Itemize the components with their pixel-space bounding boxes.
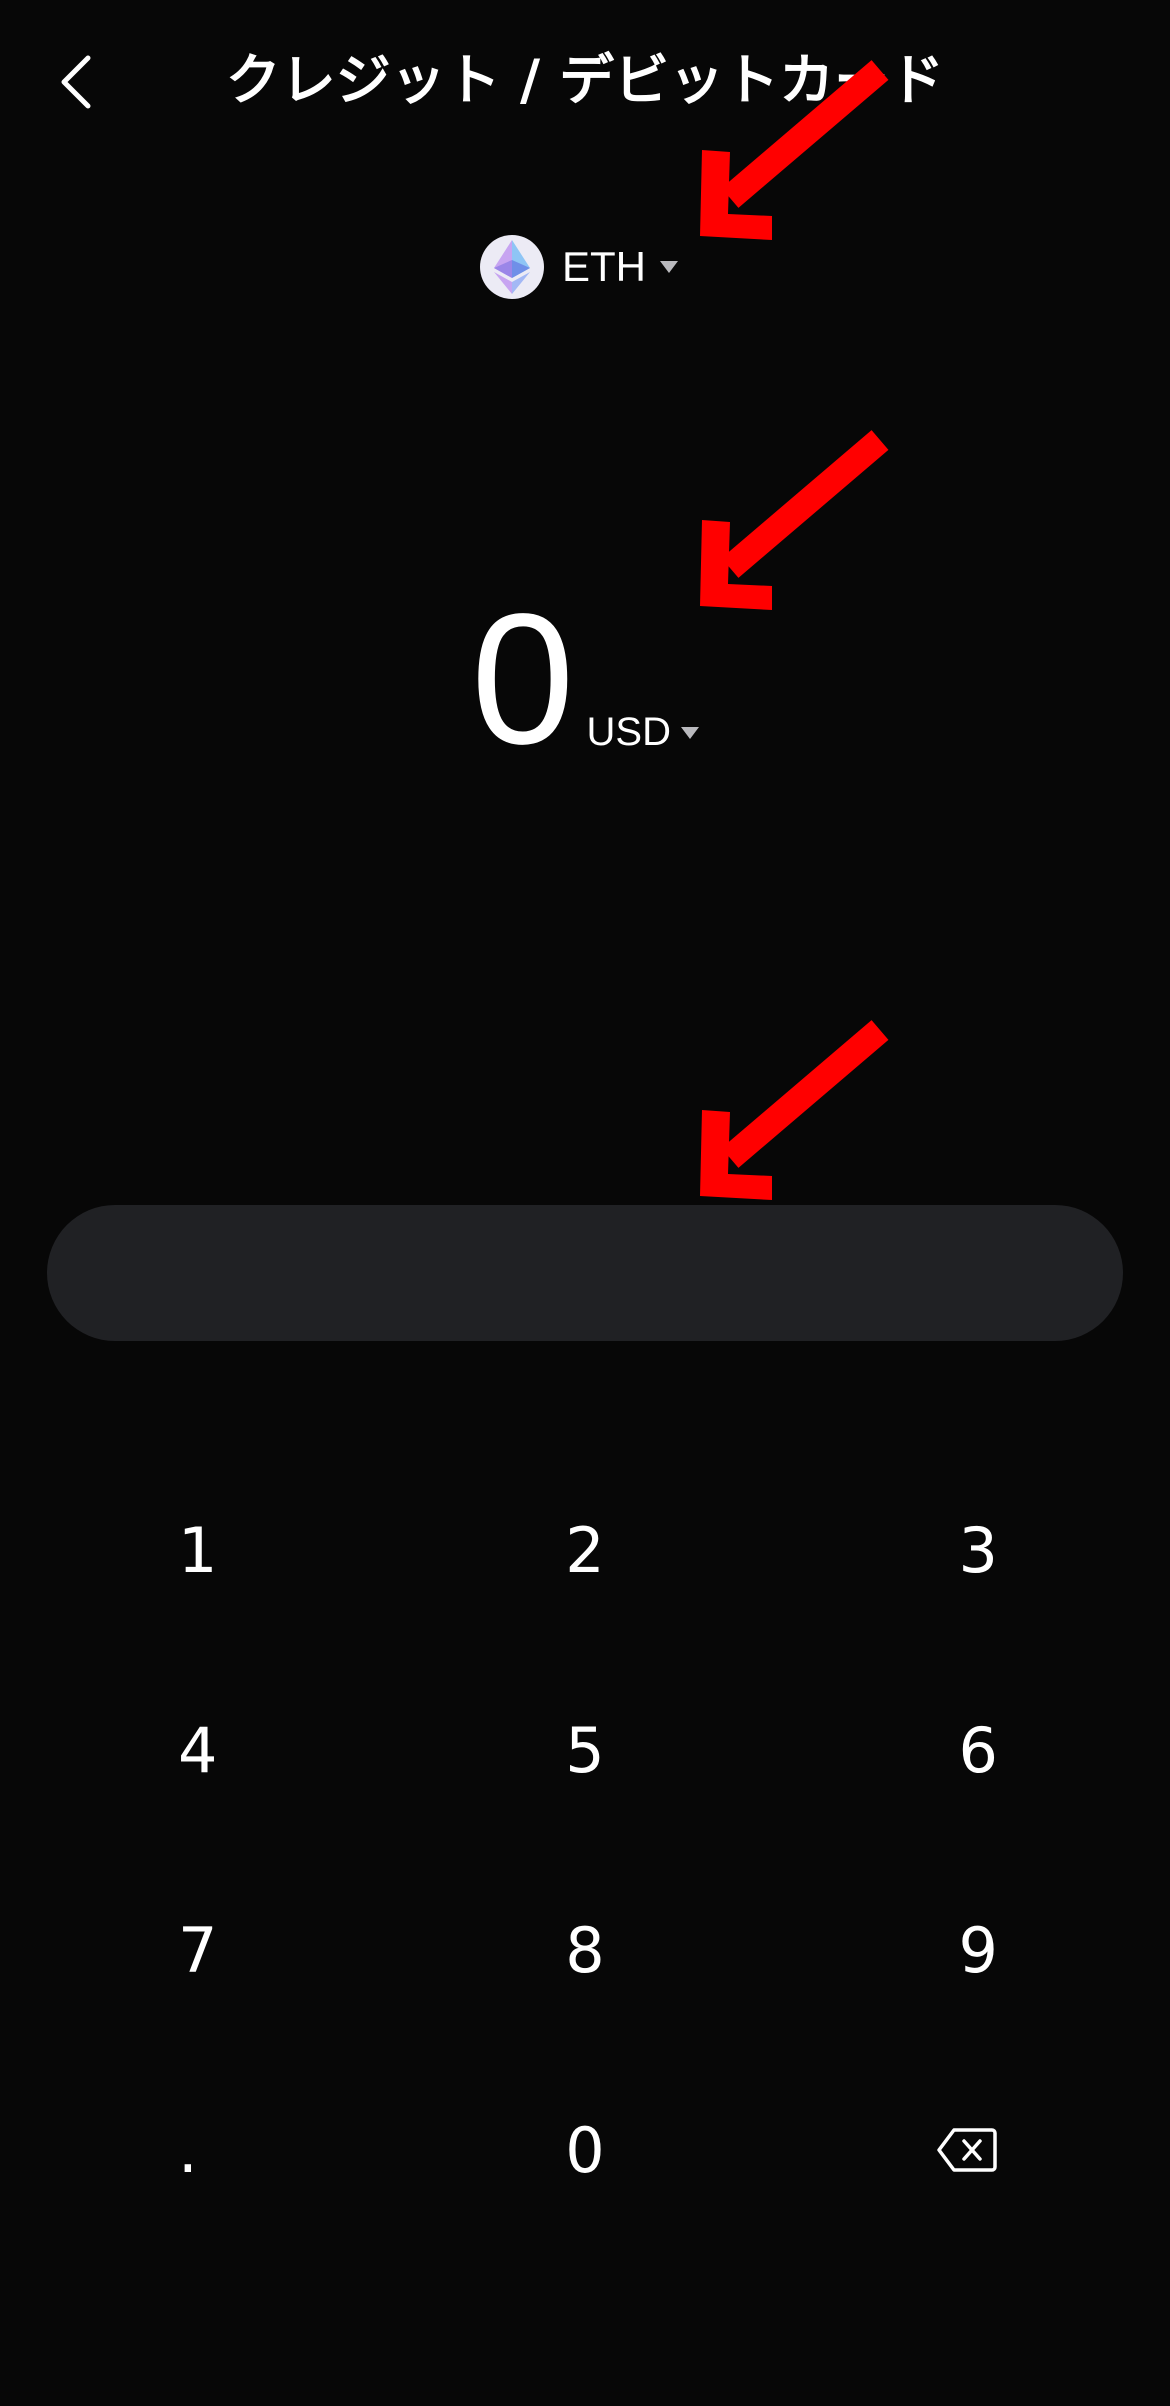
- screen: クレジット / デビットカード ETH 0 USD 1 2 3 4 5 6 7 …: [0, 0, 1170, 2406]
- amount-display: 0 USD: [0, 576, 1170, 783]
- key-3[interactable]: 3: [780, 1450, 1170, 1650]
- back-button[interactable]: [44, 44, 108, 120]
- currency-label: USD: [586, 710, 671, 754]
- annotation-arrow-icon: [700, 430, 889, 610]
- key-7[interactable]: 7: [0, 1850, 390, 2050]
- asset-selector[interactable]: ETH: [480, 230, 678, 304]
- key-8[interactable]: 8: [390, 1850, 780, 2050]
- annotation-arrow-icon: [700, 1020, 889, 1200]
- key-6[interactable]: 6: [780, 1650, 1170, 1850]
- key-decimal[interactable]: .: [0, 2050, 390, 2250]
- key-1[interactable]: 1: [0, 1450, 390, 1650]
- numeric-keypad: 1 2 3 4 5 6 7 8 9 . 0: [0, 1450, 1170, 2250]
- amount-value: 0: [471, 576, 575, 783]
- key-5[interactable]: 5: [390, 1650, 780, 1850]
- currency-selector[interactable]: USD: [587, 710, 699, 755]
- caret-down-icon: [660, 261, 678, 273]
- backspace-button[interactable]: [780, 2050, 1170, 2250]
- annotation-arrow-icon: [700, 60, 889, 240]
- chevron-left-icon: [61, 55, 91, 109]
- key-4[interactable]: 4: [0, 1650, 390, 1850]
- backspace-icon: [937, 2128, 997, 2172]
- caret-down-icon: [680, 726, 699, 739]
- ethereum-icon: [480, 235, 544, 299]
- asset-symbol: ETH: [562, 243, 646, 290]
- key-2[interactable]: 2: [390, 1450, 780, 1650]
- key-9[interactable]: 9: [780, 1850, 1170, 2050]
- key-0[interactable]: 0: [390, 2050, 780, 2250]
- action-pill-button[interactable]: [47, 1205, 1123, 1341]
